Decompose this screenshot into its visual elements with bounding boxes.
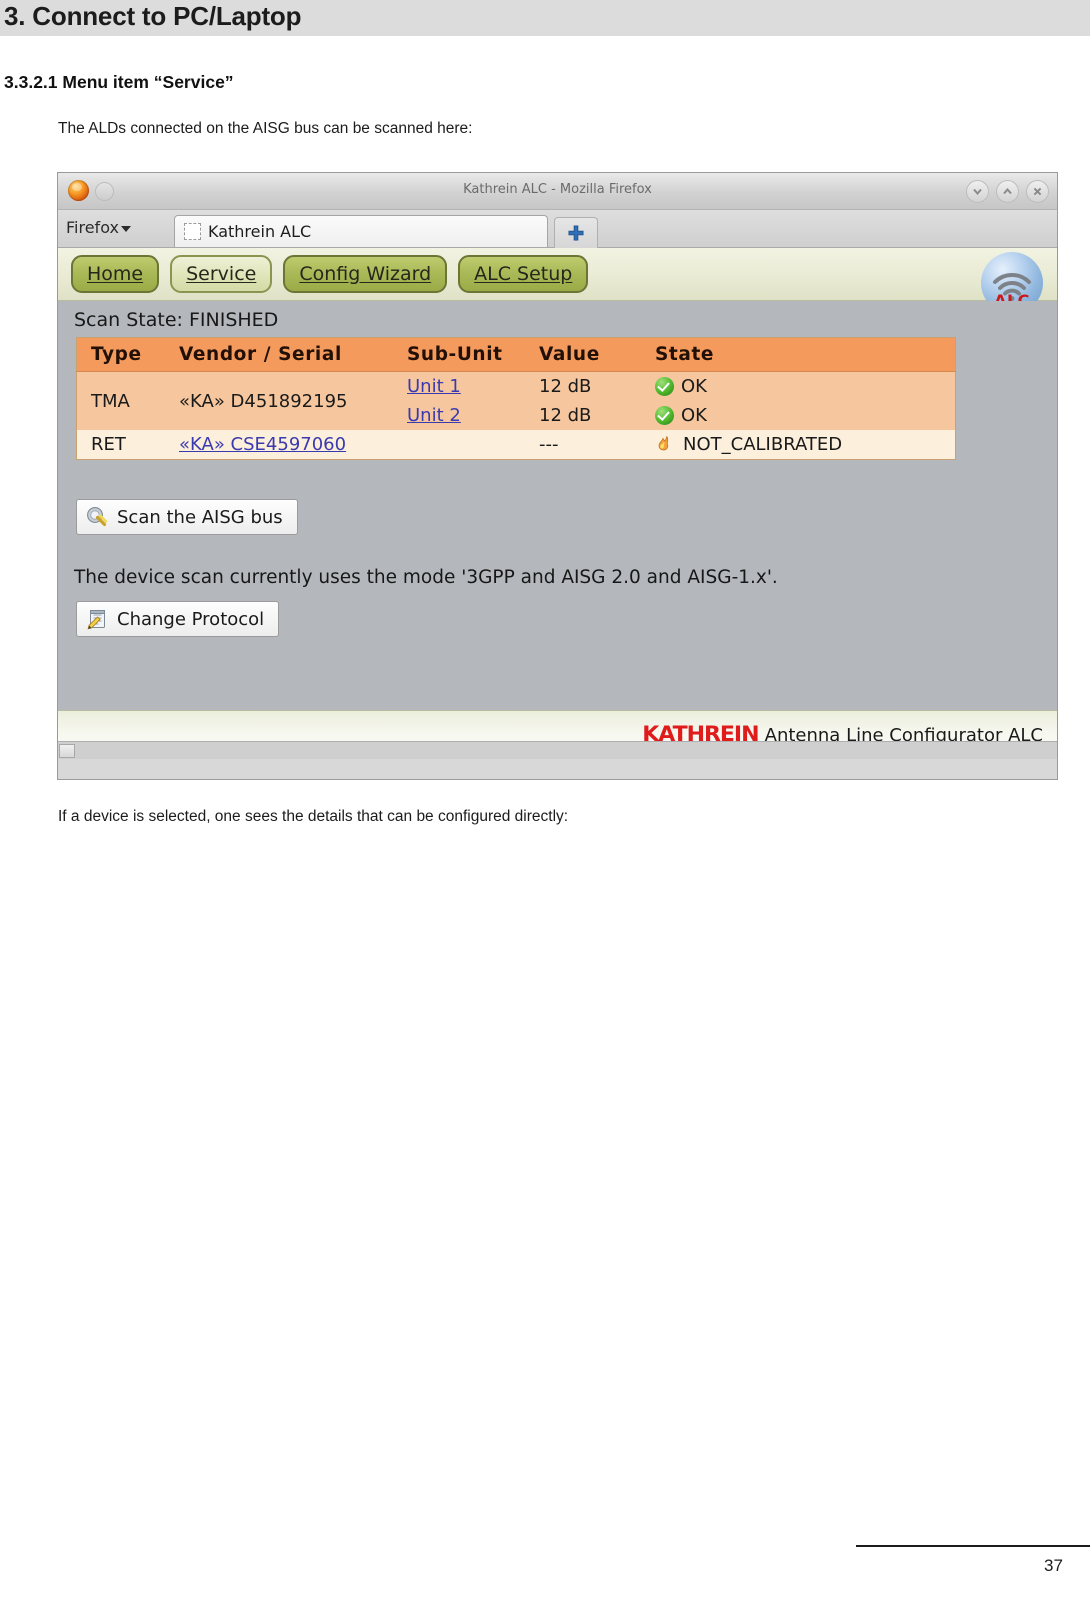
subunit-link-unit-1[interactable]: Unit 1 bbox=[407, 376, 461, 397]
chevron-down-icon bbox=[120, 226, 131, 232]
cell-subunit bbox=[407, 430, 539, 460]
cell-state: NOT_CALIBRATED bbox=[655, 430, 956, 460]
tab-label: Kathrein ALC bbox=[208, 222, 312, 241]
firefox-menu-button[interactable]: Firefox bbox=[66, 218, 131, 237]
firefox-menu-label: Firefox bbox=[66, 218, 119, 237]
status-ok-icon bbox=[655, 406, 674, 425]
cell-vendor: «KA» CSE4597060 bbox=[179, 430, 407, 460]
scan-state-value: FINISHED bbox=[188, 309, 279, 331]
nav-button-config-wizard-label: Config Wizard bbox=[299, 263, 432, 285]
status-ok-icon bbox=[655, 377, 674, 396]
browser-window-screenshot: Kathrein ALC - Mozilla Firefox Firefox K… bbox=[57, 172, 1058, 780]
change-protocol-button[interactable]: Change Protocol bbox=[76, 601, 280, 637]
app-content-area: Scan State: FINISHED Type Vendor / Seria… bbox=[58, 301, 1057, 710]
cell-value: 12 dB bbox=[539, 371, 655, 401]
table-row: TMA «KA» D451892195 Unit 1 12 dB OK bbox=[76, 371, 956, 430]
browser-titlebar: Kathrein ALC - Mozilla Firefox bbox=[58, 173, 1057, 210]
nav-button-service[interactable]: Service bbox=[170, 255, 273, 293]
subunit-link-unit-2[interactable]: Unit 2 bbox=[407, 405, 461, 426]
close-icon bbox=[1033, 187, 1042, 196]
page-title: 3. Connect to PC/Laptop bbox=[4, 1, 302, 31]
outro-paragraph: If a device is selected, one sees the de… bbox=[58, 808, 569, 825]
notepad-pencil-icon bbox=[87, 610, 105, 630]
table-header-row: Type Vendor / Serial Sub-Unit Value Stat… bbox=[76, 337, 956, 372]
status-text: OK bbox=[681, 405, 707, 426]
window-title: Kathrein ALC - Mozilla Firefox bbox=[463, 182, 652, 197]
scan-state-label: Scan State: bbox=[74, 309, 183, 331]
scrollbar-thumb[interactable] bbox=[59, 744, 75, 758]
section-heading: 3.3.2.1 Menu item “Service” bbox=[4, 72, 234, 92]
nav-button-home[interactable]: Home bbox=[71, 255, 160, 293]
scan-aisg-bus-label: Scan the AISG bus bbox=[117, 506, 283, 528]
cell-vendor: «KA» D451892195 bbox=[179, 371, 407, 430]
plug-connector-icon bbox=[87, 507, 108, 527]
scan-aisg-bus-button[interactable]: Scan the AISG bus bbox=[76, 499, 298, 535]
flame-warning-icon bbox=[658, 436, 669, 451]
status-warning-icon bbox=[655, 435, 676, 454]
column-header-type: Type bbox=[76, 337, 179, 372]
chevron-up-icon bbox=[1003, 187, 1012, 195]
nav-button-group: Home Service Config Wizard ALC Setup bbox=[71, 255, 589, 293]
nav-button-home-label: Home bbox=[87, 263, 144, 285]
close-button[interactable] bbox=[1026, 180, 1049, 203]
intro-paragraph: The ALDs connected on the AISG bus can b… bbox=[58, 120, 473, 137]
scan-state: Scan State: FINISHED bbox=[74, 309, 278, 331]
new-tab-button[interactable] bbox=[554, 217, 598, 248]
chevron-down-icon bbox=[973, 188, 982, 196]
app-footer: KATHREIN Antenna Line Configurator ALC bbox=[58, 710, 1057, 759]
horizontal-scrollbar[interactable] bbox=[58, 741, 1057, 759]
cell-type: TMA bbox=[76, 371, 179, 430]
cell-subunit: Unit 1 bbox=[407, 371, 539, 401]
device-link-ret[interactable]: «KA» CSE4597060 bbox=[179, 434, 346, 455]
device-scan-table: Type Vendor / Serial Sub-Unit Value Stat… bbox=[76, 337, 956, 460]
page-number: 37 bbox=[1044, 1556, 1063, 1575]
column-header-subunit: Sub-Unit bbox=[407, 337, 539, 372]
cell-type: RET bbox=[76, 430, 179, 460]
status-text: OK bbox=[681, 376, 707, 397]
browser-tab[interactable]: Kathrein ALC bbox=[174, 215, 548, 247]
protocol-note: The device scan currently uses the mode … bbox=[74, 567, 778, 588]
footer-divider bbox=[856, 1545, 1090, 1547]
maximize-button[interactable] bbox=[996, 180, 1019, 203]
document-header-band: 3. Connect to PC/Laptop bbox=[0, 0, 1090, 36]
window-controls bbox=[966, 180, 1049, 203]
nav-button-alc-setup[interactable]: ALC Setup bbox=[458, 255, 589, 293]
cell-subunit: Unit 2 bbox=[407, 401, 539, 430]
browser-tabstrip: Firefox Kathrein ALC bbox=[58, 210, 1057, 248]
cell-value: --- bbox=[539, 430, 655, 460]
favicon-placeholder-icon bbox=[184, 223, 201, 240]
cell-value: 12 dB bbox=[539, 401, 655, 430]
plus-icon bbox=[568, 225, 584, 241]
column-header-vendor: Vendor / Serial bbox=[179, 337, 407, 372]
minimize-button[interactable] bbox=[966, 180, 989, 203]
cell-state: OK bbox=[655, 401, 956, 430]
column-header-state: State bbox=[655, 337, 956, 372]
change-protocol-label: Change Protocol bbox=[117, 608, 265, 630]
nav-button-alc-setup-label: ALC Setup bbox=[474, 263, 573, 285]
nav-button-config-wizard[interactable]: Config Wizard bbox=[283, 255, 448, 293]
column-header-value: Value bbox=[539, 337, 655, 372]
app-navigation-bar: Home Service Config Wizard ALC Setup bbox=[58, 248, 1057, 314]
table-row: RET «KA» CSE4597060 --- NOT_CALIBRATED bbox=[76, 430, 956, 460]
nav-button-service-label: Service bbox=[186, 263, 257, 285]
cell-state: OK bbox=[655, 371, 956, 401]
status-text: NOT_CALIBRATED bbox=[683, 434, 843, 455]
